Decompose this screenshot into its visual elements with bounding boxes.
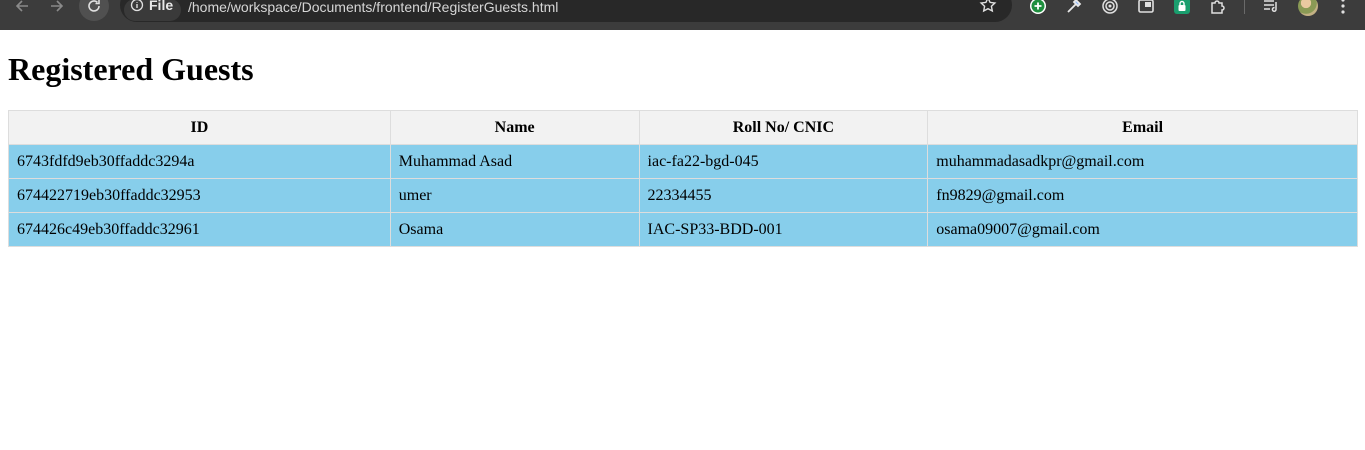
- cell-email: muhammadasadkpr@gmail.com: [927, 144, 1358, 179]
- guests-table: ID Name Roll No/ CNIC Email 6743fdfd9eb3…: [8, 110, 1358, 247]
- cell-id: 674426c49eb30ffaddc32961: [8, 212, 391, 247]
- reload-icon: [86, 0, 102, 14]
- cell-roll-cnic: 22334455: [638, 178, 929, 213]
- eyedropper-icon[interactable]: [1065, 0, 1083, 15]
- header-roll-cnic: Roll No/ CNIC: [638, 110, 929, 145]
- cell-email: osama09007@gmail.com: [927, 212, 1358, 247]
- header-email: Email: [927, 110, 1358, 145]
- address-bar[interactable]: File /home/workspace/Documents/frontend/…: [120, 0, 1012, 22]
- reload-button[interactable]: [79, 0, 109, 21]
- avatar[interactable]: [1298, 0, 1318, 16]
- cell-email: fn9829@gmail.com: [927, 178, 1358, 213]
- back-button[interactable]: [7, 0, 37, 21]
- header-name: Name: [389, 110, 640, 145]
- target-icon[interactable]: [1101, 0, 1119, 15]
- cell-id: 674422719eb30ffaddc32953: [8, 178, 391, 213]
- table-row: 6743fdfd9eb30ffaddc3294a Muhammad Asad i…: [8, 144, 1358, 179]
- header-id: ID: [8, 110, 391, 145]
- star-icon[interactable]: [978, 0, 998, 20]
- table-row: 674426c49eb30ffaddc32961 Osama IAC-SP33-…: [8, 212, 1358, 247]
- add-circle-icon[interactable]: [1029, 0, 1047, 15]
- cell-id: 6743fdfd9eb30ffaddc3294a: [8, 144, 391, 179]
- cell-roll-cnic: iac-fa22-bgd-045: [638, 144, 929, 179]
- toolbar-divider: [1244, 0, 1245, 14]
- cell-name: Osama: [389, 212, 640, 247]
- forward-button[interactable]: [42, 0, 72, 21]
- site-info-chip[interactable]: File: [124, 0, 182, 21]
- picture-in-picture-icon[interactable]: [1137, 0, 1155, 15]
- kebab-menu-icon[interactable]: [1333, 0, 1353, 16]
- table-header-row: ID Name Roll No/ CNIC Email: [8, 110, 1358, 145]
- cell-roll-cnic: IAC-SP33-BDD-001: [638, 212, 929, 247]
- cell-name: umer: [389, 178, 640, 213]
- lock-extension-icon[interactable]: [1173, 0, 1191, 15]
- table-row: 674422719eb30ffaddc32953 umer 22334455 f…: [8, 178, 1358, 213]
- forward-icon: [49, 0, 65, 14]
- url-text[interactable]: /home/workspace/Documents/frontend/Regis…: [188, 0, 558, 15]
- page-content: Registered Guests ID Name Roll No/ CNIC …: [8, 30, 1358, 247]
- puzzle-icon[interactable]: [1209, 0, 1227, 15]
- browser-toolbar: File /home/workspace/Documents/frontend/…: [0, 0, 1365, 30]
- back-icon: [14, 0, 30, 14]
- reading-list-icon[interactable]: [1262, 0, 1280, 15]
- cell-name: Muhammad Asad: [389, 144, 640, 179]
- page-title: Registered Guests: [8, 51, 254, 87]
- info-icon: [130, 0, 144, 17]
- site-chip-label: File: [149, 0, 174, 13]
